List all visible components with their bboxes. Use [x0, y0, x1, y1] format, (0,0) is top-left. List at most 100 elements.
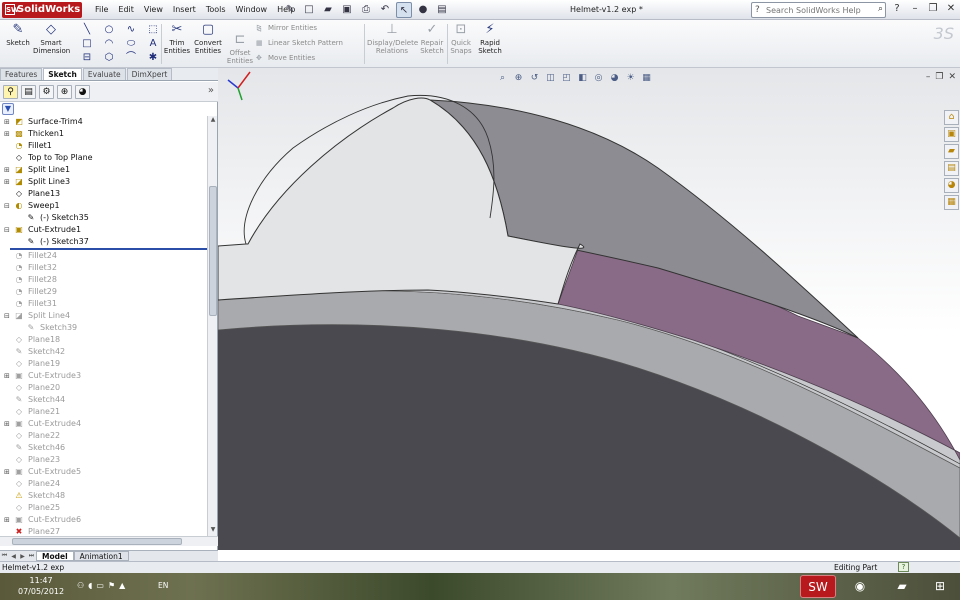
expand-icon[interactable]: ⊞ — [4, 116, 10, 128]
view-settings-icon[interactable]: ▦ — [640, 72, 653, 84]
fillet-sketch-icon[interactable]: ⌒ — [120, 51, 142, 65]
offset-entities-button[interactable]: ⊏ Offset Entities — [226, 32, 254, 65]
tab-evaluate[interactable]: Evaluate — [82, 68, 126, 80]
restore-icon[interactable]: ❐ — [926, 2, 940, 16]
language-indicator[interactable]: EN — [158, 581, 168, 590]
app-logo[interactable]: SW SolidWorks — [2, 2, 82, 18]
save-icon[interactable]: ▣ — [339, 2, 355, 18]
tree-row[interactable]: ✎ Sketch46 — [0, 442, 207, 454]
tree-row[interactable]: ⊞ ▣ Cut-Extrude3 — [0, 370, 207, 382]
apply-scene-icon[interactable]: ☀ — [624, 72, 637, 84]
tree-row[interactable]: ⊞ ▩ Thicken1 — [0, 128, 207, 140]
line-icon[interactable]: ╲ — [76, 23, 98, 37]
tree-row[interactable]: ⊟ ▣ Cut-Extrude1 — [0, 224, 207, 236]
tree-row[interactable]: ◇ Top to Top Plane — [0, 152, 207, 164]
menu-insert[interactable]: Insert — [168, 3, 201, 17]
network-icon[interactable]: ⚇ — [77, 581, 84, 590]
viewport-close-icon[interactable]: ✕ — [948, 72, 956, 82]
tree-row[interactable]: ✎ Sketch44 — [0, 394, 207, 406]
tree-row[interactable]: ⊞ ▣ Cut-Extrude6 — [0, 514, 207, 526]
chrome-taskbar-icon[interactable]: ◉ — [842, 575, 878, 598]
select-pointer-icon[interactable]: ↖ — [396, 2, 412, 18]
tree-row[interactable]: ⊞ ▣ Cut-Extrude4 — [0, 418, 207, 430]
help-search-box[interactable]: ? ⌕ — [751, 2, 886, 18]
expand-panel-icon[interactable]: » — [208, 85, 214, 96]
tree-row[interactable]: ◇ Plane21 — [0, 406, 207, 418]
move-entities-button[interactable]: ✥ Move Entities — [256, 54, 315, 62]
file-explorer-taskbar-icon[interactable]: ▰ — [884, 575, 920, 598]
open-folder-icon[interactable]: ▰ — [320, 2, 336, 18]
arc-icon[interactable]: ◠ — [98, 37, 120, 51]
zoom-to-fit-icon[interactable]: ⌕ — [496, 72, 509, 84]
tree-row[interactable]: ✎ (-) Sketch35 — [0, 212, 207, 224]
tree-filter[interactable]: ▼ — [0, 102, 207, 116]
volume-icon[interactable]: ◖ — [88, 581, 92, 590]
flag-icon[interactable]: ⚑ — [108, 581, 115, 590]
tree-row[interactable]: ◇ Plane18 — [0, 334, 207, 346]
tree-row[interactable]: ✎ Sketch42 — [0, 346, 207, 358]
expand-icon[interactable]: ⊞ — [4, 466, 10, 478]
pushpin-icon[interactable]: ✎ — [282, 2, 298, 18]
zoom-to-area-icon[interactable]: ⊕ — [512, 72, 525, 84]
polygon-icon[interactable]: ⬡ — [98, 51, 120, 65]
tree-row[interactable]: ◇ Plane20 — [0, 382, 207, 394]
convert-entities-button[interactable]: ▢ Convert Entities — [193, 22, 223, 55]
power-icon[interactable]: ▭ — [96, 581, 104, 590]
design-library-icon[interactable]: ▣ — [944, 127, 959, 142]
display-style-icon[interactable]: ◧ — [576, 72, 589, 84]
linear-sketch-pattern-button[interactable]: ▦ Linear Sketch Pattern — [256, 39, 343, 47]
expand-icon[interactable]: ⊞ — [4, 418, 10, 430]
tree-row[interactable]: ⊞ ▣ Cut-Extrude5 — [0, 466, 207, 478]
collapse-icon[interactable]: ⊟ — [4, 224, 10, 236]
tree-row[interactable]: ✖ Plane27 — [0, 526, 207, 536]
solidworks-taskbar-icon[interactable]: SW — [800, 575, 836, 598]
sketch-button[interactable]: ✎ Sketch — [4, 22, 32, 47]
scroll-up-icon[interactable]: ▲ — [208, 116, 218, 126]
expand-icon[interactable]: ⊞ — [4, 370, 10, 382]
tree-row[interactable]: ◔ Fillet1 — [0, 140, 207, 152]
expand-icon[interactable]: ⊞ — [4, 514, 10, 526]
tab-animation1[interactable]: Animation1 — [73, 551, 129, 561]
menu-view[interactable]: View — [139, 3, 168, 17]
feature-manager-icon[interactable]: ⚲ — [3, 85, 18, 99]
tree-row[interactable]: ⊞ ◩ Surface-Trim4 — [0, 116, 207, 128]
tree-row[interactable]: ◔ Fillet32 — [0, 262, 207, 274]
tree-horizontal-scrollbar[interactable] — [0, 536, 218, 546]
tree-row[interactable]: ✎ (-) Sketch37 — [0, 236, 207, 248]
show-hidden-icons-icon[interactable]: ▲ — [119, 581, 125, 590]
help-dropdown-icon[interactable]: ? — [890, 2, 904, 16]
section-view-icon[interactable]: ◫ — [544, 72, 557, 84]
tree-row[interactable]: ◇ Plane13 — [0, 188, 207, 200]
view-orientation-icon[interactable]: ◰ — [560, 72, 573, 84]
tree-vertical-scrollbar[interactable]: ▲ ▼ — [207, 116, 217, 536]
tree-row[interactable]: ⊞ ◪ Split Line3 — [0, 176, 207, 188]
undo-icon[interactable]: ↶ — [377, 2, 393, 18]
rectangle-icon[interactable]: □ — [76, 37, 98, 51]
system-clock[interactable]: 11:47 07/05/2012 — [18, 575, 64, 597]
ellipse-icon[interactable]: ⬭ — [120, 37, 142, 51]
horizontal-scroll-thumb[interactable] — [12, 538, 182, 545]
custom-properties-icon[interactable]: ▦ — [944, 195, 959, 210]
tab-sketch[interactable]: Sketch — [43, 68, 82, 80]
last-tab-icon[interactable]: ⏭ — [27, 552, 36, 560]
tab-model[interactable]: Model — [36, 551, 74, 561]
expand-icon[interactable]: ⊞ — [4, 128, 10, 140]
scroll-down-icon[interactable]: ▼ — [208, 526, 218, 536]
tree-row[interactable]: ◇ Plane19 — [0, 358, 207, 370]
search-input[interactable] — [766, 4, 866, 16]
tree-row[interactable]: ◔ Fillet28 — [0, 274, 207, 286]
property-manager-icon[interactable]: ▤ — [21, 85, 36, 99]
graphics-viewport[interactable]: ⌕ ⊕ ↺ ◫ ◰ ◧ ◎ ◕ ☀ ▦ – ❐ ✕ ⌂ ▣ ▰ ▤ ◕ ▦ — [218, 68, 960, 550]
status-help-icon[interactable]: ? — [898, 562, 909, 572]
view-palette-icon[interactable]: ▤ — [944, 161, 959, 176]
options-icon[interactable]: ▤ — [434, 2, 450, 18]
new-document-icon[interactable]: □ — [301, 2, 317, 18]
solidworks-resources-icon[interactable]: ⌂ — [944, 110, 959, 125]
smart-dimension-button[interactable]: ◇ Smart Dimension — [33, 22, 70, 55]
tree-row[interactable]: ◔ Fillet29 — [0, 286, 207, 298]
tree-row[interactable]: ✎ Sketch39 — [0, 322, 207, 334]
display-delete-relations-button[interactable]: ⊥ Display/Delete Relations — [367, 22, 418, 55]
menu-tools[interactable]: Tools — [201, 3, 231, 17]
menu-file[interactable]: File — [90, 3, 113, 17]
viewport-restore-icon[interactable]: ❐ — [935, 72, 943, 82]
